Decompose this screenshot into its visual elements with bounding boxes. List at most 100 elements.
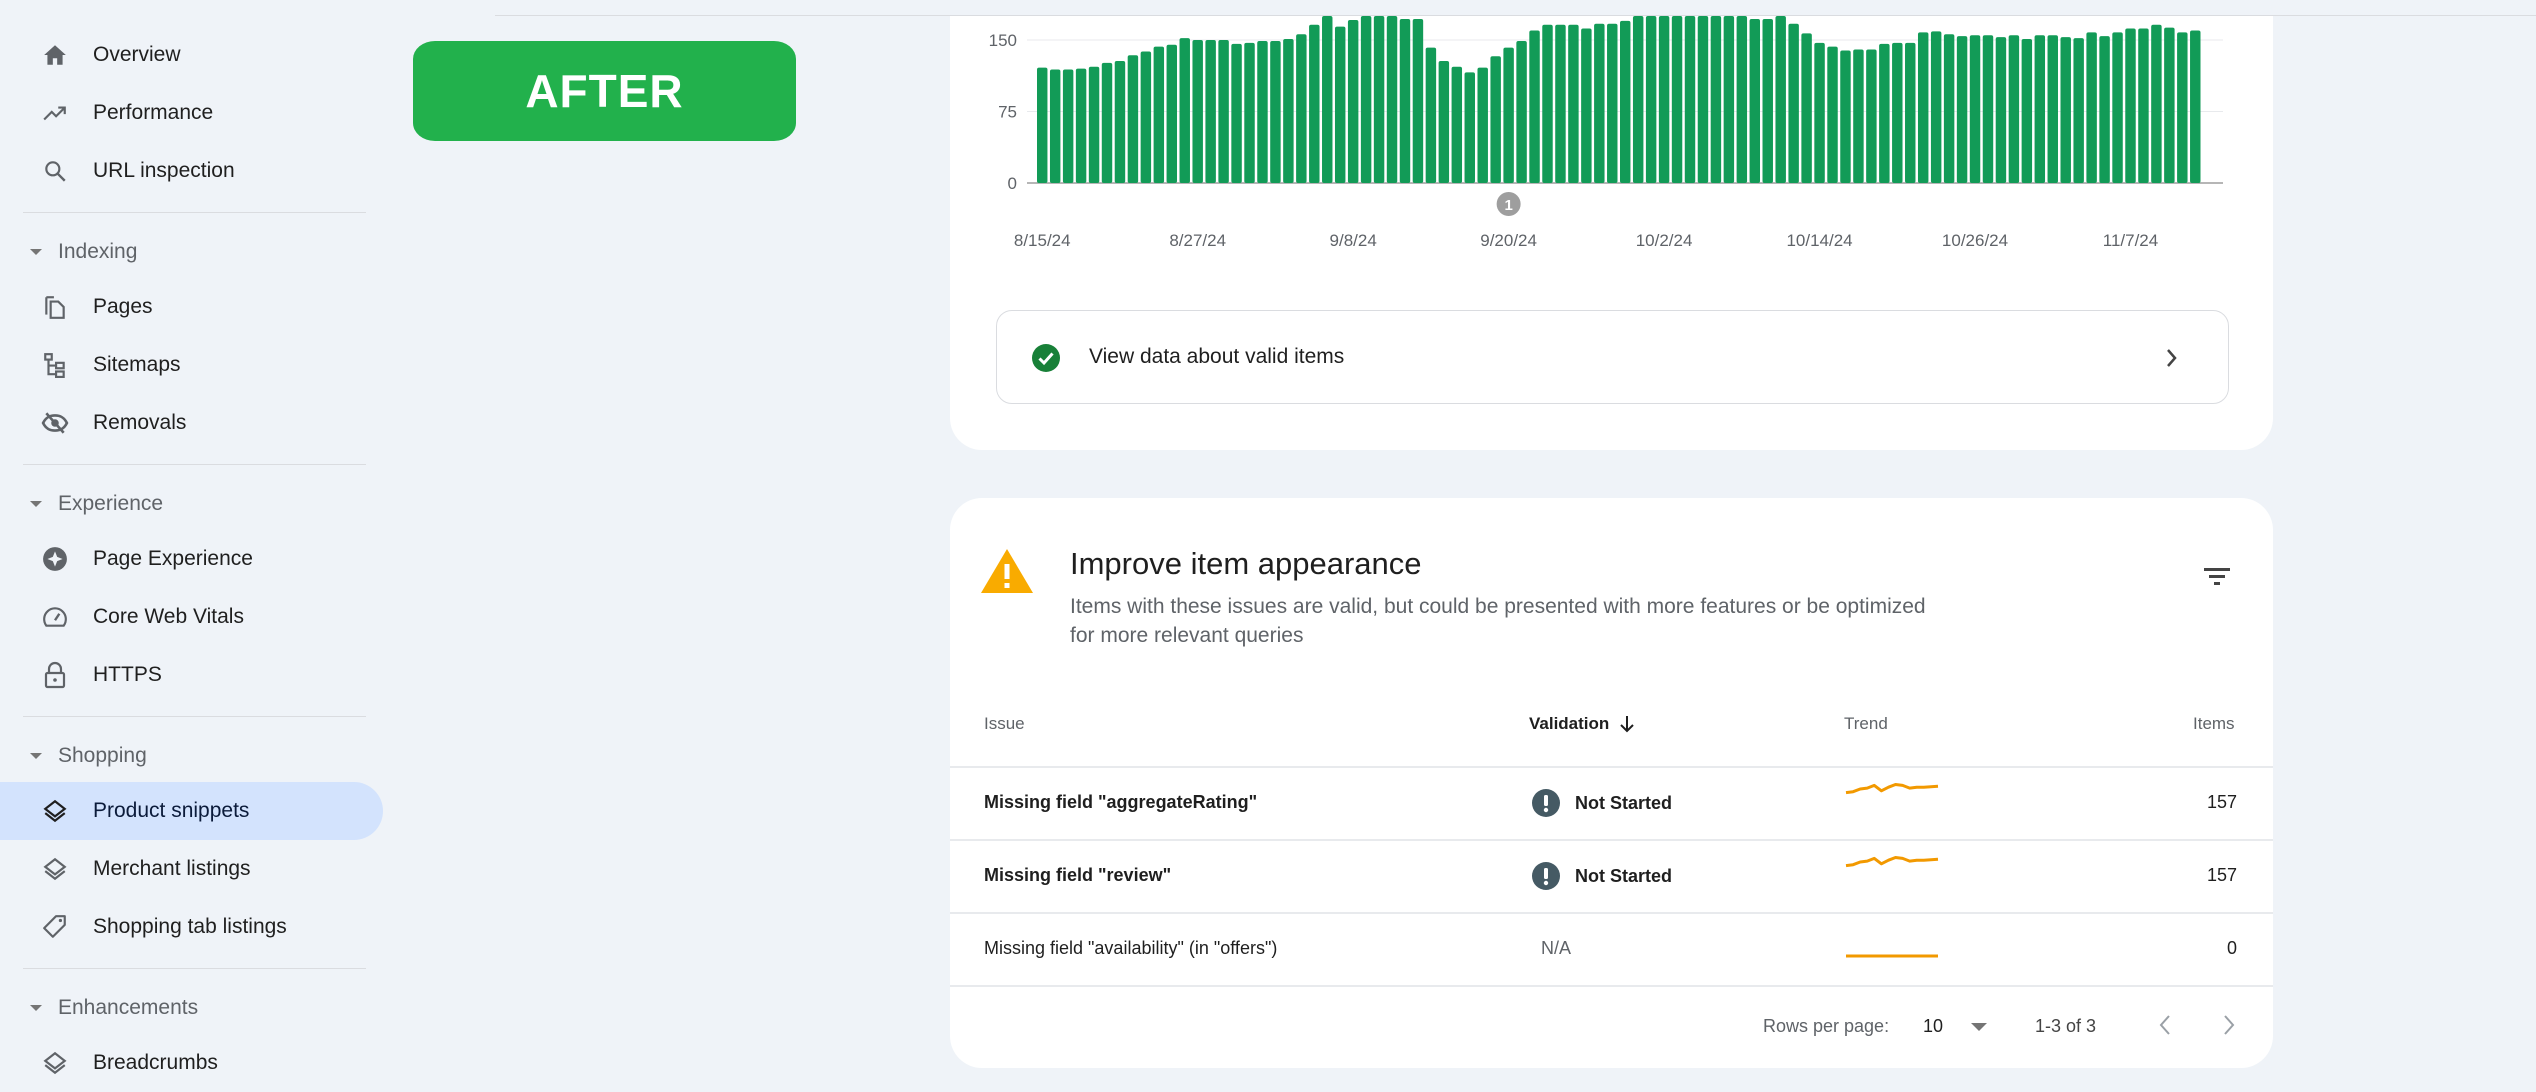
chart-bar[interactable] (1179, 38, 1190, 183)
table-row[interactable]: Missing field "aggregateRating" Not Start… (950, 768, 2273, 839)
filter-icon[interactable] (2203, 566, 2231, 588)
chart-bar[interactable] (1581, 28, 1592, 184)
chart-bar[interactable] (2060, 37, 2071, 183)
chart-bar[interactable] (1114, 60, 1126, 184)
chart-bar[interactable] (1127, 55, 1139, 183)
sidebar-item-url-inspection[interactable]: URL inspection (0, 142, 383, 200)
chart-bar[interactable] (1283, 39, 1294, 184)
chart-bar[interactable] (2047, 35, 2058, 183)
sidebar-item-overview[interactable]: Overview (0, 26, 383, 84)
chart-bar[interactable] (1840, 50, 1851, 184)
chart-bar[interactable] (1244, 42, 1255, 183)
chart-bar[interactable] (2164, 27, 2175, 184)
chart-bar[interactable] (1568, 24, 1579, 183)
chart-bar[interactable] (1296, 34, 1307, 183)
chart-bar[interactable] (1503, 47, 1514, 184)
chart-bar[interactable] (1930, 31, 1942, 184)
next-page-button[interactable] (2221, 1012, 2237, 1038)
chart-bar[interactable] (1412, 19, 1424, 183)
chart-bar[interactable] (1360, 16, 1372, 183)
chart-bar[interactable] (2086, 32, 2097, 183)
chart-bar[interactable] (1658, 16, 1670, 183)
chart-bar[interactable] (2177, 32, 2188, 183)
chart-bar[interactable] (1153, 46, 1165, 183)
chart-bar[interactable] (1607, 23, 1618, 183)
chart-bar[interactable] (1736, 16, 1748, 183)
chart-bar[interactable] (1386, 16, 1398, 183)
chart-bar[interactable] (1775, 16, 1786, 183)
chart-bar[interactable] (1620, 20, 1631, 183)
chart-bar[interactable] (1943, 34, 1955, 183)
chart-bar[interactable] (2190, 30, 2201, 183)
chart-bar[interactable] (1723, 16, 1735, 183)
chart-bar[interactable] (1373, 16, 1385, 183)
column-header-items[interactable]: Items (2193, 714, 2235, 734)
chart-bar[interactable] (1542, 24, 1553, 183)
chart-bar[interactable] (1101, 62, 1113, 183)
sidebar-item-pages[interactable]: Pages (0, 278, 383, 336)
previous-page-button[interactable] (2157, 1012, 2173, 1038)
chart-bar[interactable] (1917, 32, 1929, 183)
column-header-issue[interactable]: Issue (984, 714, 1025, 734)
chart-bar[interactable] (1879, 43, 1890, 184)
chart-bar[interactable] (1399, 19, 1411, 183)
chart-bar[interactable] (1438, 60, 1450, 184)
chart-bar[interactable] (1049, 69, 1061, 183)
chart-bar[interactable] (1632, 16, 1644, 183)
sidebar-item-sitemaps[interactable]: Sitemaps (0, 336, 383, 394)
chart-bar[interactable] (1710, 16, 1722, 183)
column-header-validation[interactable]: Validation (1529, 714, 1635, 734)
chart-bar[interactable] (1555, 24, 1566, 183)
chart-bar[interactable] (1995, 37, 2007, 183)
chart-bar[interactable] (1905, 42, 1916, 183)
sidebar-item-core-web-vitals[interactable]: Core Web Vitals (0, 588, 383, 646)
sidebar-item-shopping-tab-listings[interactable]: Shopping tab listings (0, 898, 383, 956)
chart-bar[interactable] (1594, 23, 1605, 183)
chart-bar[interactable] (1192, 40, 1203, 183)
chart-bar[interactable] (1645, 16, 1657, 183)
chart-bar[interactable] (1037, 67, 1048, 183)
chart-bar[interactable] (1218, 40, 1229, 183)
chart-bar[interactable] (1062, 69, 1074, 183)
sidebar-item-breadcrumbs[interactable]: Breadcrumbs (0, 1034, 383, 1092)
chart-bar[interactable] (1451, 66, 1463, 183)
chart-bar[interactable] (1205, 40, 1216, 183)
chart-bar[interactable] (1322, 16, 1333, 183)
sidebar-item-performance[interactable]: Performance (0, 84, 383, 142)
chart-bar[interactable] (1309, 24, 1320, 183)
chart-bar[interactable] (1140, 51, 1152, 183)
chart-bar[interactable] (1347, 19, 1359, 184)
chart-bar[interactable] (2112, 32, 2123, 183)
chart-bar[interactable] (2008, 35, 2020, 183)
chart-bar[interactable] (1762, 19, 1773, 183)
table-row[interactable]: Missing field "review" Not Started 157 (950, 841, 2273, 912)
chart-bar[interactable] (1788, 23, 1799, 183)
chart-bar[interactable] (2021, 39, 2033, 184)
rows-per-page-select[interactable]: 10 (1923, 1016, 1988, 1037)
table-row[interactable]: Missing field "availability" (in "offers… (950, 914, 2273, 985)
chart-bar[interactable] (1334, 26, 1346, 183)
sidebar-item-merchant-listings[interactable]: Merchant listings (0, 840, 383, 898)
chart-bar[interactable] (1892, 42, 1903, 183)
chart-bar[interactable] (2073, 38, 2084, 183)
chart-bar[interactable] (1166, 44, 1178, 184)
chart-bar[interactable] (1425, 47, 1437, 184)
chart-bar[interactable] (1969, 35, 1981, 183)
chart-bar[interactable] (1853, 49, 1864, 184)
chart-bar[interactable] (1088, 66, 1100, 183)
chart-bar[interactable] (1801, 33, 1812, 184)
sidebar-item-https[interactable]: HTTPS (0, 646, 383, 704)
view-valid-items-button[interactable]: View data about valid items (996, 310, 2229, 404)
chart-bar[interactable] (1270, 40, 1281, 183)
chart-bar[interactable] (2151, 24, 2162, 183)
sidebar-item-page-experience[interactable]: Page Experience (0, 530, 383, 588)
chart-bar[interactable] (1866, 49, 1877, 184)
chart-bar[interactable] (1516, 40, 1527, 183)
chart-bar[interactable] (1684, 16, 1696, 183)
chart-bar[interactable] (1814, 42, 1825, 183)
chart-bar[interactable] (2034, 35, 2046, 183)
chart-bar[interactable] (1982, 35, 1994, 183)
chart-bar[interactable] (1477, 67, 1488, 183)
sidebar-item-removals[interactable]: Removals (0, 394, 383, 452)
chart-bar[interactable] (1464, 72, 1475, 183)
